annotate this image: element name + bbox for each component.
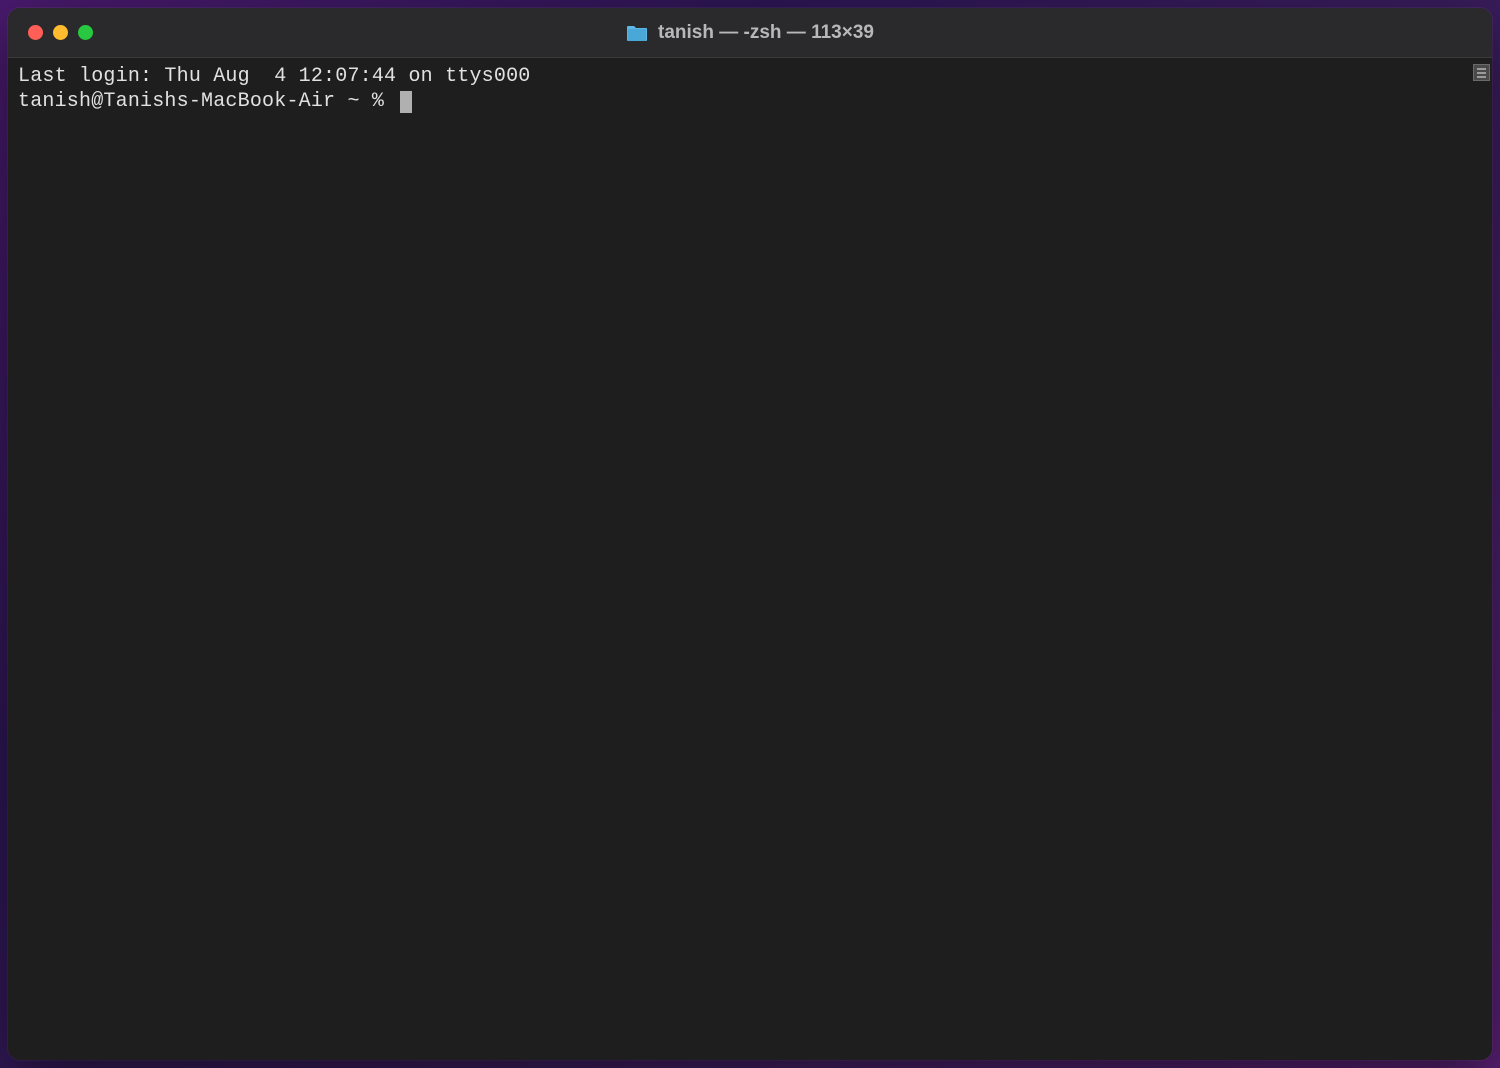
- cursor: [400, 91, 412, 113]
- zoom-button[interactable]: [78, 25, 93, 40]
- window-title: tanish — -zsh — 113×39: [658, 22, 874, 44]
- folder-icon: [626, 24, 648, 42]
- terminal-body: Last login: Thu Aug 4 12:07:44 on ttys00…: [8, 58, 1492, 1060]
- shell-prompt: tanish@Tanishs-MacBook-Air ~ %: [18, 89, 396, 114]
- close-button[interactable]: [28, 25, 43, 40]
- minimize-button[interactable]: [53, 25, 68, 40]
- title-bar[interactable]: tanish — -zsh — 113×39: [8, 8, 1492, 58]
- window-title-area: tanish — -zsh — 113×39: [626, 22, 874, 44]
- terminal-window: tanish — -zsh — 113×39 Last login: Thu A…: [8, 8, 1492, 1060]
- last-login-line: Last login: Thu Aug 4 12:07:44 on ttys00…: [18, 65, 530, 88]
- traffic-lights: [28, 25, 93, 40]
- scroll-indicator-icon[interactable]: [1473, 64, 1490, 81]
- prompt-line: tanish@Tanishs-MacBook-Air ~ %: [18, 89, 1462, 114]
- terminal-content[interactable]: Last login: Thu Aug 4 12:07:44 on ttys00…: [8, 58, 1472, 1060]
- scrollbar-area[interactable]: [1472, 58, 1492, 1060]
